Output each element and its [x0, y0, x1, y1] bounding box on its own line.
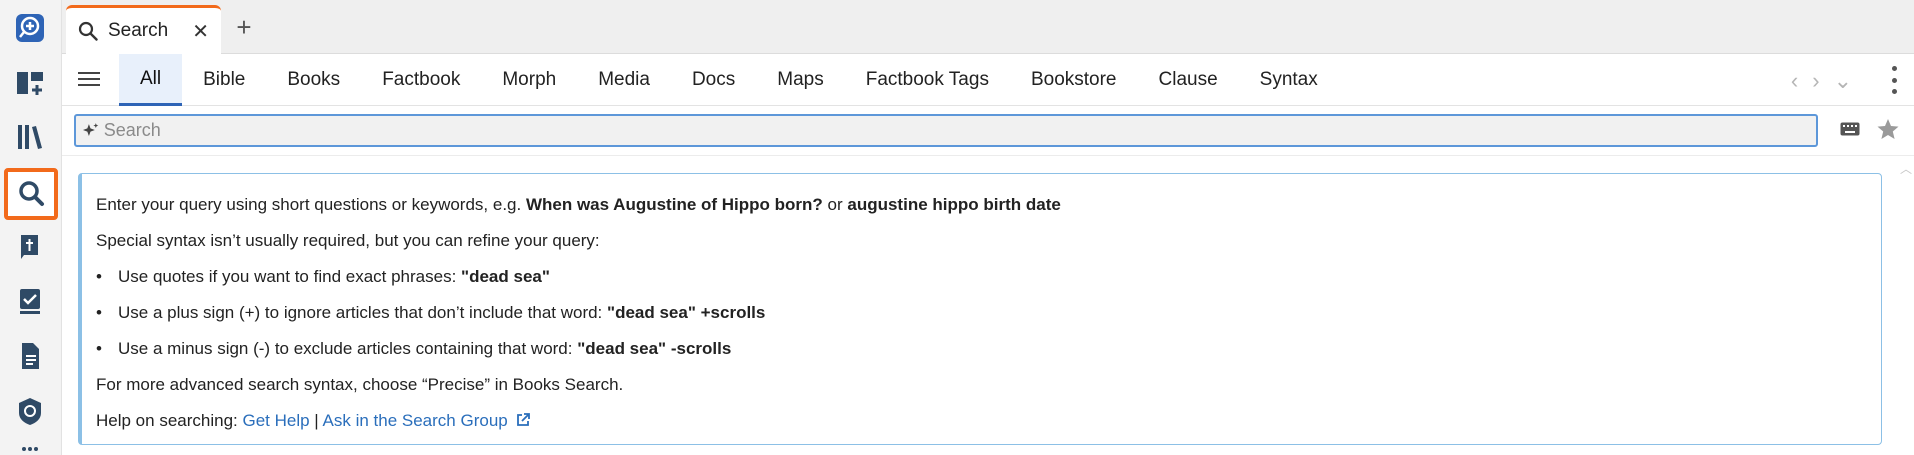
search-group-link[interactable]: Ask in the Search Group [323, 411, 508, 430]
intro-line: Enter your query using short questions o… [96, 187, 1867, 223]
close-tab-icon[interactable]: ✕ [192, 19, 209, 44]
tip-example: "dead sea" -scrolls [577, 339, 732, 358]
intro-text: Enter your query using short questions o… [96, 195, 526, 214]
tab-search[interactable]: Search ✕ [66, 5, 221, 54]
logos-home-icon[interactable] [6, 4, 54, 52]
tab-bookstore[interactable]: Bookstore [1010, 54, 1138, 106]
example-question: When was Augustine of Hippo born? [525, 195, 823, 214]
tab-syntax[interactable]: Syntax [1239, 54, 1339, 106]
tab-strip: Search ✕ + [62, 0, 1914, 54]
checklist-icon[interactable] [6, 277, 54, 325]
tab-maps[interactable]: Maps [756, 54, 844, 106]
search-tab-icon [78, 21, 98, 41]
tip-quotes: • Use quotes if you want to find exact ph… [96, 267, 550, 286]
example-keywords: augustine hippo birth date [847, 195, 1061, 214]
tab-media[interactable]: Media [577, 54, 671, 106]
category-tabs: All Bible Books Factbook Morph Media Doc… [119, 54, 1339, 106]
help-line: Help on searching: Get Help | Ask in the… [96, 403, 1867, 439]
star-icon[interactable] [1876, 117, 1900, 141]
library-icon[interactable] [6, 113, 54, 161]
app-sidebar [0, 0, 62, 455]
new-tab-button[interactable]: + [230, 14, 258, 42]
tab-morph[interactable]: Morph [481, 54, 577, 106]
or-text: or [822, 195, 848, 214]
scroll-up-icon[interactable]: ︿ [1900, 160, 1912, 177]
tip-text: Use a minus sign (-) to exclude articles… [118, 339, 578, 358]
tab-bible[interactable]: Bible [182, 54, 266, 106]
history-nav: ‹ › ⌄ [1791, 68, 1852, 94]
search-row: ︿ [62, 106, 1914, 176]
special-syntax-text: Special syntax isn’t usually required, b… [96, 231, 600, 250]
menu-icon[interactable] [78, 68, 100, 90]
external-link-icon[interactable] [516, 413, 530, 427]
tab-factbook[interactable]: Factbook [361, 54, 481, 106]
search-icon[interactable] [4, 168, 58, 220]
tip-text: Use quotes if you want to find exact phr… [118, 267, 462, 286]
tab-docs[interactable]: Docs [671, 54, 756, 106]
tab-all[interactable]: All [119, 54, 183, 106]
forward-arrow-icon[interactable]: › [1812, 68, 1819, 94]
tab-books[interactable]: Books [266, 54, 361, 106]
tip-example: "dead sea" +scrolls [607, 303, 766, 322]
bible-icon[interactable] [6, 223, 54, 271]
search-help-panel: Enter your query using short questions o… [78, 173, 1882, 445]
back-arrow-icon[interactable]: ‹ [1791, 68, 1798, 94]
link-separator: | [309, 411, 323, 430]
tip-minus: • Use a minus sign (-) to exclude article… [96, 339, 732, 358]
tab-label: Search [108, 20, 169, 41]
tab-factbook-tags[interactable]: Factbook Tags [845, 54, 1010, 106]
tip-text: Use a plus sign (+) to ignore articles t… [118, 303, 608, 322]
more-apps-icon[interactable] [6, 436, 54, 455]
dashboard-add-icon[interactable] [6, 59, 54, 107]
tip-plus: • Use a plus sign (+) to ignore articles … [96, 303, 766, 322]
tab-clause[interactable]: Clause [1138, 54, 1239, 106]
search-box [74, 114, 1818, 147]
get-help-link[interactable]: Get Help [242, 411, 309, 430]
keyboard-icon[interactable] [1840, 122, 1860, 136]
more-options-icon[interactable] [1890, 66, 1898, 94]
tip-example: "dead sea" [461, 267, 550, 286]
help-prefix: Help on searching: [96, 411, 243, 430]
sparkle-icon [82, 122, 99, 136]
chevron-down-icon[interactable]: ⌄ [1834, 68, 1852, 94]
atlas-icon[interactable] [6, 387, 54, 435]
advanced-syntax-text: For more advanced search syntax, choose … [96, 375, 624, 394]
search-input[interactable] [103, 120, 1816, 141]
category-bar: All Bible Books Factbook Morph Media Doc… [62, 54, 1914, 106]
document-icon[interactable] [6, 332, 54, 380]
